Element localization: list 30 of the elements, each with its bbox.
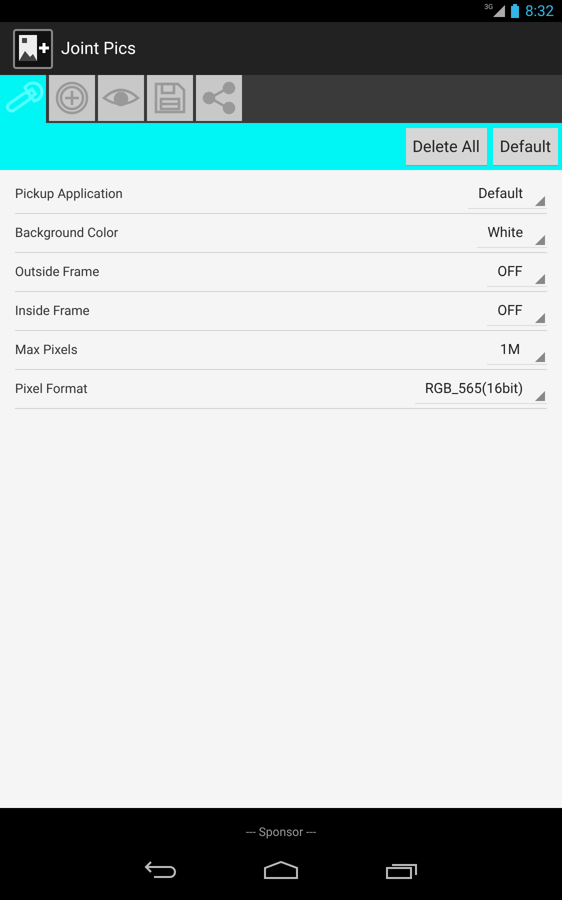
toolbar-button[interactable]: Delete All: [406, 128, 487, 166]
battery-icon: [511, 4, 520, 18]
app-title: Joint Pics: [61, 38, 136, 58]
setting-label: Pixel Format: [15, 382, 88, 396]
home-icon[interactable]: [264, 861, 298, 879]
setting-dropdown[interactable]: Default: [468, 179, 547, 209]
tab[interactable]: [147, 75, 193, 121]
toolbar-button[interactable]: Default: [492, 128, 558, 166]
tab[interactable]: [196, 75, 242, 121]
setting-dropdown[interactable]: RGB_565(16bit): [414, 374, 547, 404]
add-circle-icon: [55, 81, 89, 115]
setting-dropdown[interactable]: White: [477, 218, 547, 248]
setting-dropdown[interactable]: OFF: [487, 296, 547, 326]
setting-label: Pickup Application: [15, 186, 123, 202]
signal-icon: [493, 5, 506, 17]
setting-dropdown[interactable]: 1M: [487, 335, 547, 365]
recent-apps-icon[interactable]: [386, 861, 418, 879]
app-icon: [13, 28, 53, 68]
tab[interactable]: [98, 75, 144, 121]
share-icon: [202, 81, 236, 115]
setting-label: Inside Frame: [15, 304, 90, 318]
setting-dropdown[interactable]: OFF: [487, 257, 547, 287]
setting-label: Background Color: [15, 226, 118, 240]
setting-label: Max Pixels: [15, 342, 78, 358]
back-icon[interactable]: [144, 861, 176, 879]
tab[interactable]: [0, 75, 46, 123]
sponsor-label: --- Sponsor ---: [246, 825, 316, 839]
setting-label: Outside Frame: [15, 264, 100, 280]
clock: 8:32: [525, 2, 554, 20]
tab[interactable]: [49, 75, 95, 121]
